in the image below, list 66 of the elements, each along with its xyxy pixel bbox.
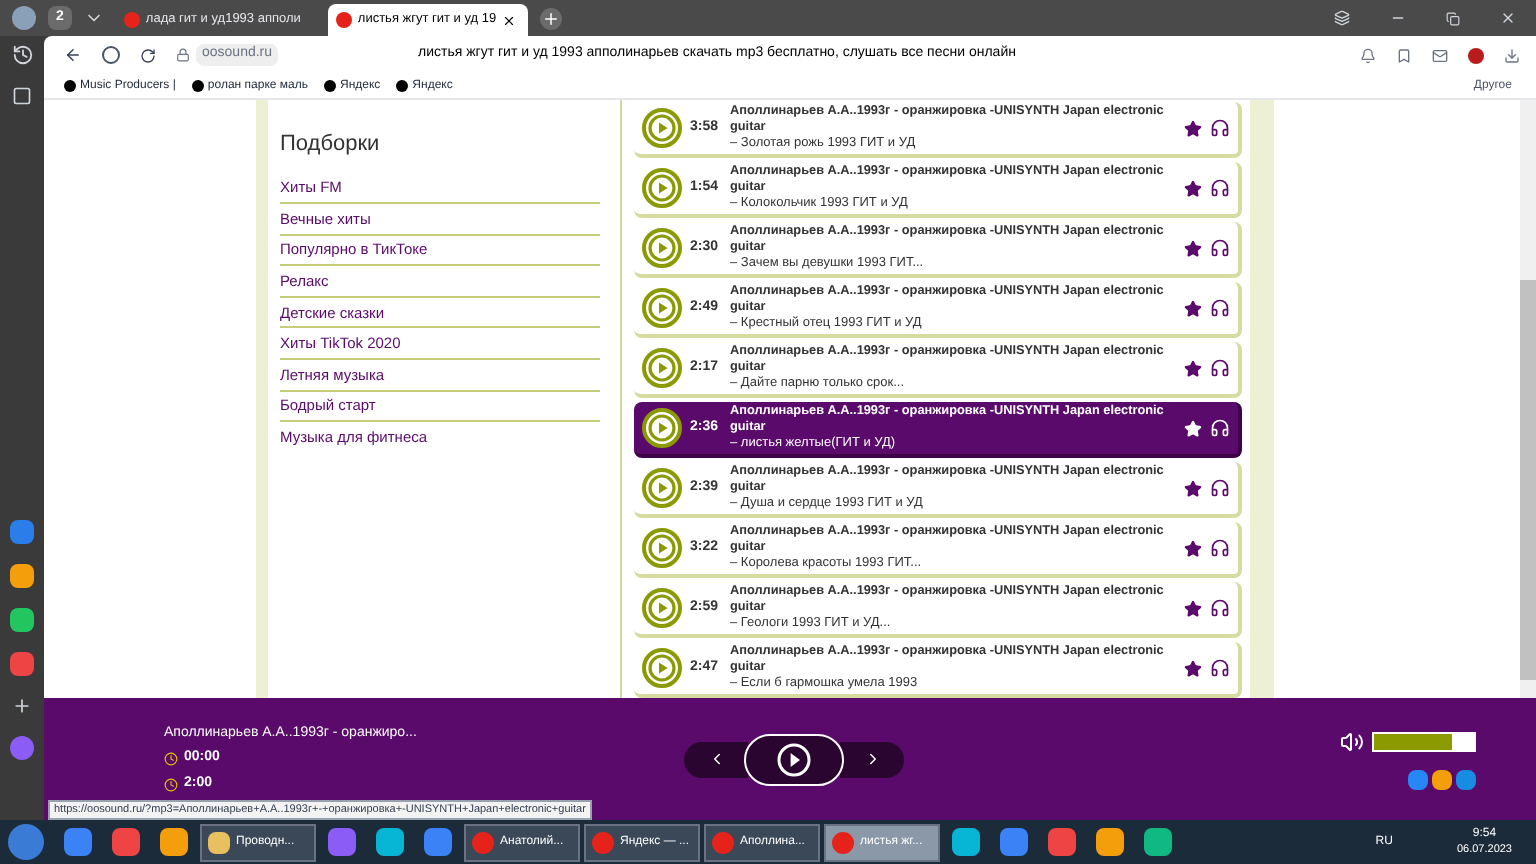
site-logo-icon [123, 12, 140, 28]
star-icon[interactable] [1184, 659, 1202, 677]
notification-icon[interactable] [1360, 47, 1376, 63]
headphones-icon[interactable] [1210, 118, 1230, 138]
restore-icon[interactable] [1446, 11, 1460, 25]
headphones-icon[interactable] [1210, 658, 1230, 678]
app-icon[interactable] [10, 520, 34, 544]
headphones-icon[interactable] [1210, 478, 1230, 498]
app-icon[interactable] [952, 828, 980, 856]
star-icon[interactable] [1184, 239, 1202, 257]
app-icon[interactable] [64, 828, 92, 856]
headphones-icon[interactable] [1210, 598, 1230, 618]
app-icon[interactable] [160, 828, 188, 856]
star-icon[interactable] [1184, 299, 1202, 317]
scrollbar-thumb[interactable] [1520, 280, 1536, 680]
previous-button[interactable] [684, 741, 748, 777]
profile-avatar[interactable] [12, 6, 36, 30]
star-icon[interactable] [1184, 599, 1202, 617]
star-icon[interactable] [1184, 359, 1202, 377]
back-icon[interactable] [64, 46, 82, 64]
star-icon[interactable] [1184, 179, 1202, 197]
headphones-icon[interactable] [1210, 298, 1230, 318]
next-button[interactable] [840, 741, 904, 777]
bookmark-favicon-icon [191, 80, 204, 92]
bookmark-favicon-icon [396, 80, 409, 92]
start-button[interactable] [8, 824, 44, 860]
mail-icon[interactable] [1432, 47, 1448, 63]
headphones-icon[interactable] [1210, 238, 1230, 258]
headphones-icon[interactable] [1210, 538, 1230, 558]
panel-icon[interactable] [12, 86, 32, 106]
bookmark-icon[interactable] [1396, 47, 1412, 63]
app-icon[interactable] [10, 564, 34, 588]
app-icon[interactable] [376, 828, 404, 856]
headphones-icon[interactable] [1210, 358, 1230, 378]
section-heading: Подборки [280, 130, 382, 160]
star-icon[interactable] [1184, 119, 1202, 137]
reload-icon[interactable] [140, 47, 156, 63]
app-icon[interactable] [328, 828, 356, 856]
play-icon[interactable] [642, 408, 682, 448]
add-icon[interactable] [12, 696, 32, 716]
new-tab-icon[interactable] [539, 7, 562, 29]
lock-icon [176, 48, 190, 62]
play-icon [776, 741, 812, 777]
app-icon[interactable] [1144, 828, 1172, 856]
app-icon[interactable] [1048, 828, 1076, 856]
star-icon[interactable] [1184, 479, 1202, 497]
app-icon[interactable] [1000, 828, 1028, 856]
download-icon[interactable] [1504, 47, 1520, 63]
app-icon[interactable] [112, 828, 140, 856]
collections-icon[interactable] [1334, 10, 1350, 26]
play-button[interactable] [744, 733, 844, 785]
app-icon[interactable] [424, 828, 452, 856]
clock-icon [164, 752, 178, 766]
volume-icon[interactable] [1340, 729, 1364, 753]
site-logo-icon [335, 12, 352, 28]
volume-slider[interactable] [1372, 731, 1476, 751]
star-icon[interactable] [1184, 539, 1202, 557]
history-icon[interactable] [11, 44, 33, 66]
app-icon[interactable] [10, 608, 34, 632]
app-icon[interactable] [10, 652, 34, 676]
app-icon[interactable] [1096, 828, 1124, 856]
headphones-icon[interactable] [1210, 178, 1230, 198]
bookmark-favicon-icon [64, 80, 76, 92]
clock-icon [164, 777, 178, 791]
bookmark-favicon-icon [323, 80, 336, 92]
close-icon[interactable] [502, 13, 517, 27]
